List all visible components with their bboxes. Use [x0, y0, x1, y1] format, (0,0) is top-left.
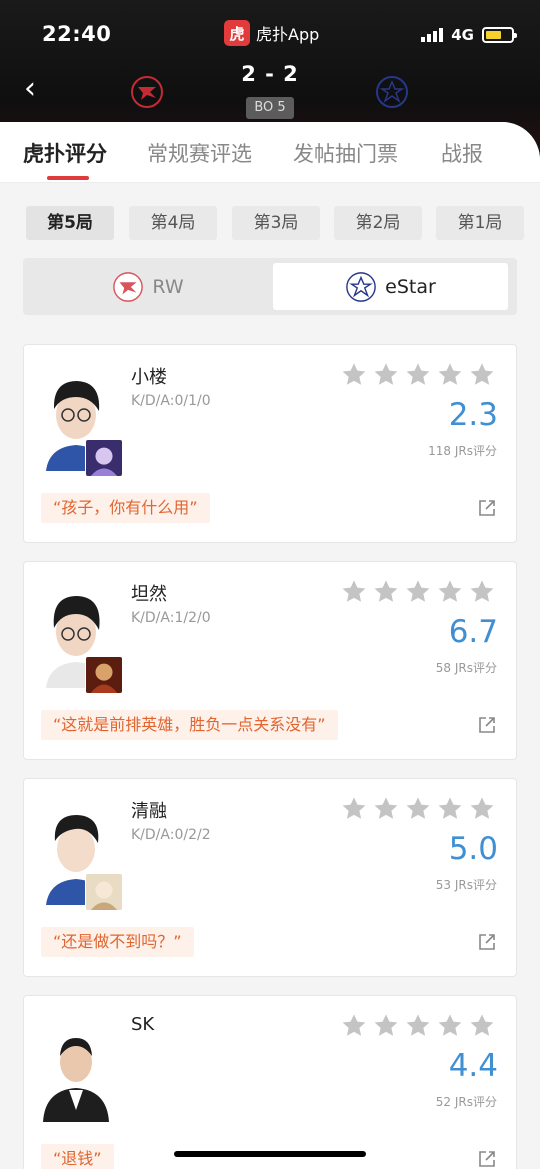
star-icon[interactable] [372, 361, 400, 389]
content-sheet: 虎扑评分 常规赛评选 发帖抽门票 战报 第5局 第4局 第3局 第2局 第1局 … [0, 122, 540, 1169]
tab-season-selection[interactable]: 常规赛评选 [147, 138, 252, 168]
star-icon[interactable] [340, 795, 368, 823]
match-format-badge: BO 5 [246, 97, 294, 119]
coach-avatar [41, 1018, 111, 1122]
player-kda: K/D/A:0/2/2 [131, 827, 211, 843]
star-icon[interactable] [436, 361, 464, 389]
battery-icon [482, 27, 517, 43]
star-icon[interactable] [436, 795, 464, 823]
player-name: SK [131, 1014, 155, 1035]
rw-logo-icon [113, 271, 144, 302]
tab-post-lottery[interactable]: 发帖抽门票 [293, 138, 398, 168]
player-quote[interactable]: “还是做不到吗？” [41, 927, 194, 957]
share-icon[interactable] [478, 499, 496, 517]
share-icon[interactable] [478, 716, 496, 734]
team-switch: RW eStar [23, 258, 517, 315]
game-tab-1[interactable]: 第1局 [436, 206, 524, 240]
star-icon[interactable] [404, 578, 432, 606]
player-kda: K/D/A:0/1/0 [131, 393, 211, 409]
status-indicators: 4G [421, 26, 517, 44]
star-icon[interactable] [404, 1012, 432, 1040]
star-icon[interactable] [436, 578, 464, 606]
star-icon[interactable] [468, 795, 496, 823]
home-indicator[interactable] [174, 1151, 366, 1157]
tab-hupu-rating[interactable]: 虎扑评分 [23, 138, 107, 168]
share-icon[interactable] [478, 933, 496, 951]
hero-portrait-icon [85, 656, 123, 694]
star-icon[interactable] [372, 1012, 400, 1040]
team-button-estar[interactable]: eStar [273, 263, 508, 310]
game-tab-4[interactable]: 第4局 [129, 206, 217, 240]
team-button-rw[interactable]: RW [28, 263, 268, 310]
hupu-logo-icon: 虎 [224, 20, 250, 46]
player-card[interactable]: 清融 K/D/A:0/2/2 5.0 53 JRs评分 “还是做不到吗？” [23, 778, 517, 977]
star-icon[interactable] [436, 1012, 464, 1040]
player-kda: K/D/A:1/2/0 [131, 610, 211, 626]
rating-count: 58 JRs评分 [435, 661, 497, 675]
active-tab-indicator [47, 176, 89, 180]
game-tab-2[interactable]: 第2局 [334, 206, 422, 240]
estar-logo-icon [346, 271, 376, 302]
match-score: 2 - 2 [241, 62, 299, 86]
rating-count: 53 JRs评分 [435, 878, 497, 892]
star-icon[interactable] [468, 578, 496, 606]
star-icon[interactable] [340, 578, 368, 606]
player-name: 清融 [131, 801, 167, 822]
main-tabs: 虎扑评分 常规赛评选 发帖抽门票 战报 [0, 122, 540, 183]
star-icon[interactable] [340, 1012, 368, 1040]
status-time: 22:40 [42, 22, 112, 46]
player-rating: 5.0 [448, 831, 498, 867]
player-quote[interactable]: “孩子，你有什么用” [41, 493, 210, 523]
tab-report[interactable]: 战报 [441, 138, 483, 168]
game-tab-5[interactable]: 第5局 [26, 206, 114, 240]
star-icon[interactable] [404, 361, 432, 389]
rating-stars[interactable] [340, 361, 496, 389]
player-rating: 4.4 [448, 1048, 498, 1084]
player-quote[interactable]: “退钱” [41, 1144, 114, 1169]
hero-portrait-icon [85, 873, 123, 911]
app-pill[interactable]: 虎 虎扑App [224, 18, 319, 48]
star-icon[interactable] [468, 361, 496, 389]
star-icon[interactable] [340, 361, 368, 389]
game-selector: 第5局 第4局 第3局 第2局 第1局 [0, 206, 540, 240]
player-quote[interactable]: “这就是前排英雄，胜负一点关系没有” [41, 710, 338, 740]
rating-count: 118 JRs评分 [428, 444, 497, 458]
app-name: 虎扑App [256, 25, 320, 44]
estar-team-logo-icon[interactable] [375, 75, 409, 109]
rating-stars[interactable] [340, 1012, 496, 1040]
rating-stars[interactable] [340, 795, 496, 823]
team-name-estar: eStar [385, 275, 436, 298]
share-icon[interactable] [478, 1150, 496, 1168]
rating-stars[interactable] [340, 578, 496, 606]
star-icon[interactable] [404, 795, 432, 823]
star-icon[interactable] [468, 1012, 496, 1040]
signal-icon [421, 28, 444, 42]
player-rating: 6.7 [448, 614, 498, 650]
player-card[interactable]: 小楼 K/D/A:0/1/0 2.3 118 JRs评分 “孩子，你有什么用” [23, 344, 517, 543]
rating-count: 52 JRs评分 [435, 1095, 497, 1109]
team-name-rw: RW [152, 275, 184, 298]
player-name: 小楼 [131, 367, 167, 388]
player-name: 坦然 [131, 584, 167, 605]
star-icon[interactable] [372, 795, 400, 823]
hero-portrait-icon [85, 439, 123, 477]
game-tab-3[interactable]: 第3局 [232, 206, 320, 240]
star-icon[interactable] [372, 578, 400, 606]
network-type: 4G [451, 26, 474, 44]
player-card[interactable]: 坦然 K/D/A:1/2/0 6.7 58 JRs评分 “这就是前排英雄，胜负一… [23, 561, 517, 760]
player-card[interactable]: SK 4.4 52 JRs评分 “退钱” [23, 995, 517, 1169]
status-bar: 22:40 虎 虎扑App 4G [0, 18, 540, 52]
player-rating: 2.3 [448, 397, 498, 433]
